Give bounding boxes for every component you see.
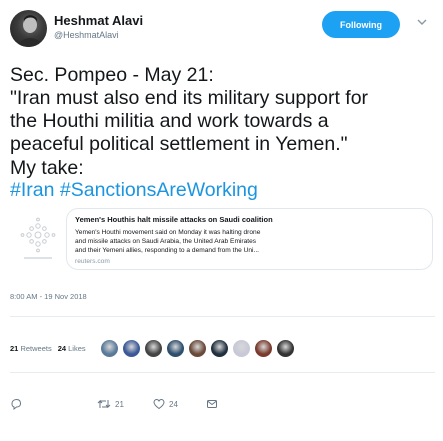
direct-message-button[interactable]: [206, 398, 218, 410]
divider: [10, 316, 435, 317]
retweets-count: 21: [10, 343, 19, 353]
card-title: Yemen's Houthis halt missile attacks on …: [75, 215, 273, 224]
author-name[interactable]: Heshmat Alavi: [54, 13, 143, 28]
hashtag-iran[interactable]: #Iran: [10, 179, 54, 201]
hashtag-line: #Iran #SanctionsAreWorking: [10, 179, 435, 201]
message-icon: [207, 400, 217, 408]
liker-avatars: [99, 338, 298, 358]
retweets-stat[interactable]: 21 Retweets: [10, 344, 52, 353]
liker-avatar[interactable]: [209, 338, 229, 358]
tweet-text-line: the Houthi militia and work towards a: [10, 110, 329, 132]
like-count: 24: [169, 399, 178, 409]
tweet-text-line: peaceful political settlement in Yemen.": [10, 133, 348, 155]
take-line: My take:: [10, 157, 84, 179]
card-description-line: Yemen's Houthi movement said on Monday i…: [75, 229, 261, 236]
liker-avatar[interactable]: [121, 338, 141, 358]
tweet-take: My take: #Iran #SanctionsAreWorking: [10, 157, 435, 201]
card-description: Yemen's Houthi movement said on Monday i…: [75, 228, 425, 255]
tweet-timestamp[interactable]: 8:00 AM - 19 Nov 2018: [10, 292, 87, 301]
retweet-count: 21: [115, 399, 124, 409]
following-button[interactable]: Following: [322, 11, 400, 38]
liker-avatar[interactable]: [187, 338, 207, 358]
tweet-text-line: Sec. Pompeo - May 21:: [10, 64, 214, 86]
tweet-text-line: "Iran must also end its military support…: [10, 87, 369, 109]
liker-avatar[interactable]: [165, 338, 185, 358]
reuters-logo-icon: [20, 217, 56, 259]
card-domain: reuters.com: [75, 258, 110, 265]
avatar[interactable]: [10, 10, 47, 47]
avatar-portrait-icon: [18, 15, 43, 47]
liker-avatar[interactable]: [231, 338, 251, 358]
liker-avatar[interactable]: [99, 338, 119, 358]
card-body: Yemen's Houthis halt missile attacks on …: [75, 214, 425, 265]
divider: [10, 372, 435, 373]
heart-icon: [153, 398, 165, 410]
tweet-text: Sec. Pompeo - May 21: "Iran must also en…: [10, 64, 435, 156]
retweet-icon: [97, 399, 111, 409]
chevron-down-icon[interactable]: [416, 16, 428, 28]
link-card[interactable]: Yemen's Houthis halt missile attacks on …: [20, 208, 433, 270]
tweet-actions: 21 24: [10, 398, 430, 418]
tweet-stats: 21 Retweets 24 Likes: [10, 338, 298, 358]
likes-count: 24: [57, 343, 67, 353]
liker-avatar[interactable]: [143, 338, 163, 358]
retweets-label: Retweets: [20, 343, 52, 353]
author-handle[interactable]: @HeshmatAlavi: [54, 30, 119, 40]
reply-icon: [11, 398, 22, 410]
liker-avatar[interactable]: [253, 338, 273, 358]
likes-label: Likes: [68, 343, 86, 353]
card-description-line: and their Yemeni allies, responding to a…: [75, 247, 260, 254]
like-button[interactable]: 24: [153, 398, 178, 410]
card-description-line: and missile attacks on Saudi Arabia, the…: [75, 238, 257, 245]
likes-stat[interactable]: 24 Likes: [58, 344, 86, 353]
tweet-header: Heshmat Alavi @HeshmatAlavi Following: [10, 8, 433, 48]
reply-button[interactable]: [10, 398, 22, 410]
liker-avatar[interactable]: [275, 338, 295, 358]
retweet-button[interactable]: 21: [97, 398, 124, 410]
hashtag-sanctions[interactable]: #SanctionsAreWorking: [60, 179, 258, 201]
